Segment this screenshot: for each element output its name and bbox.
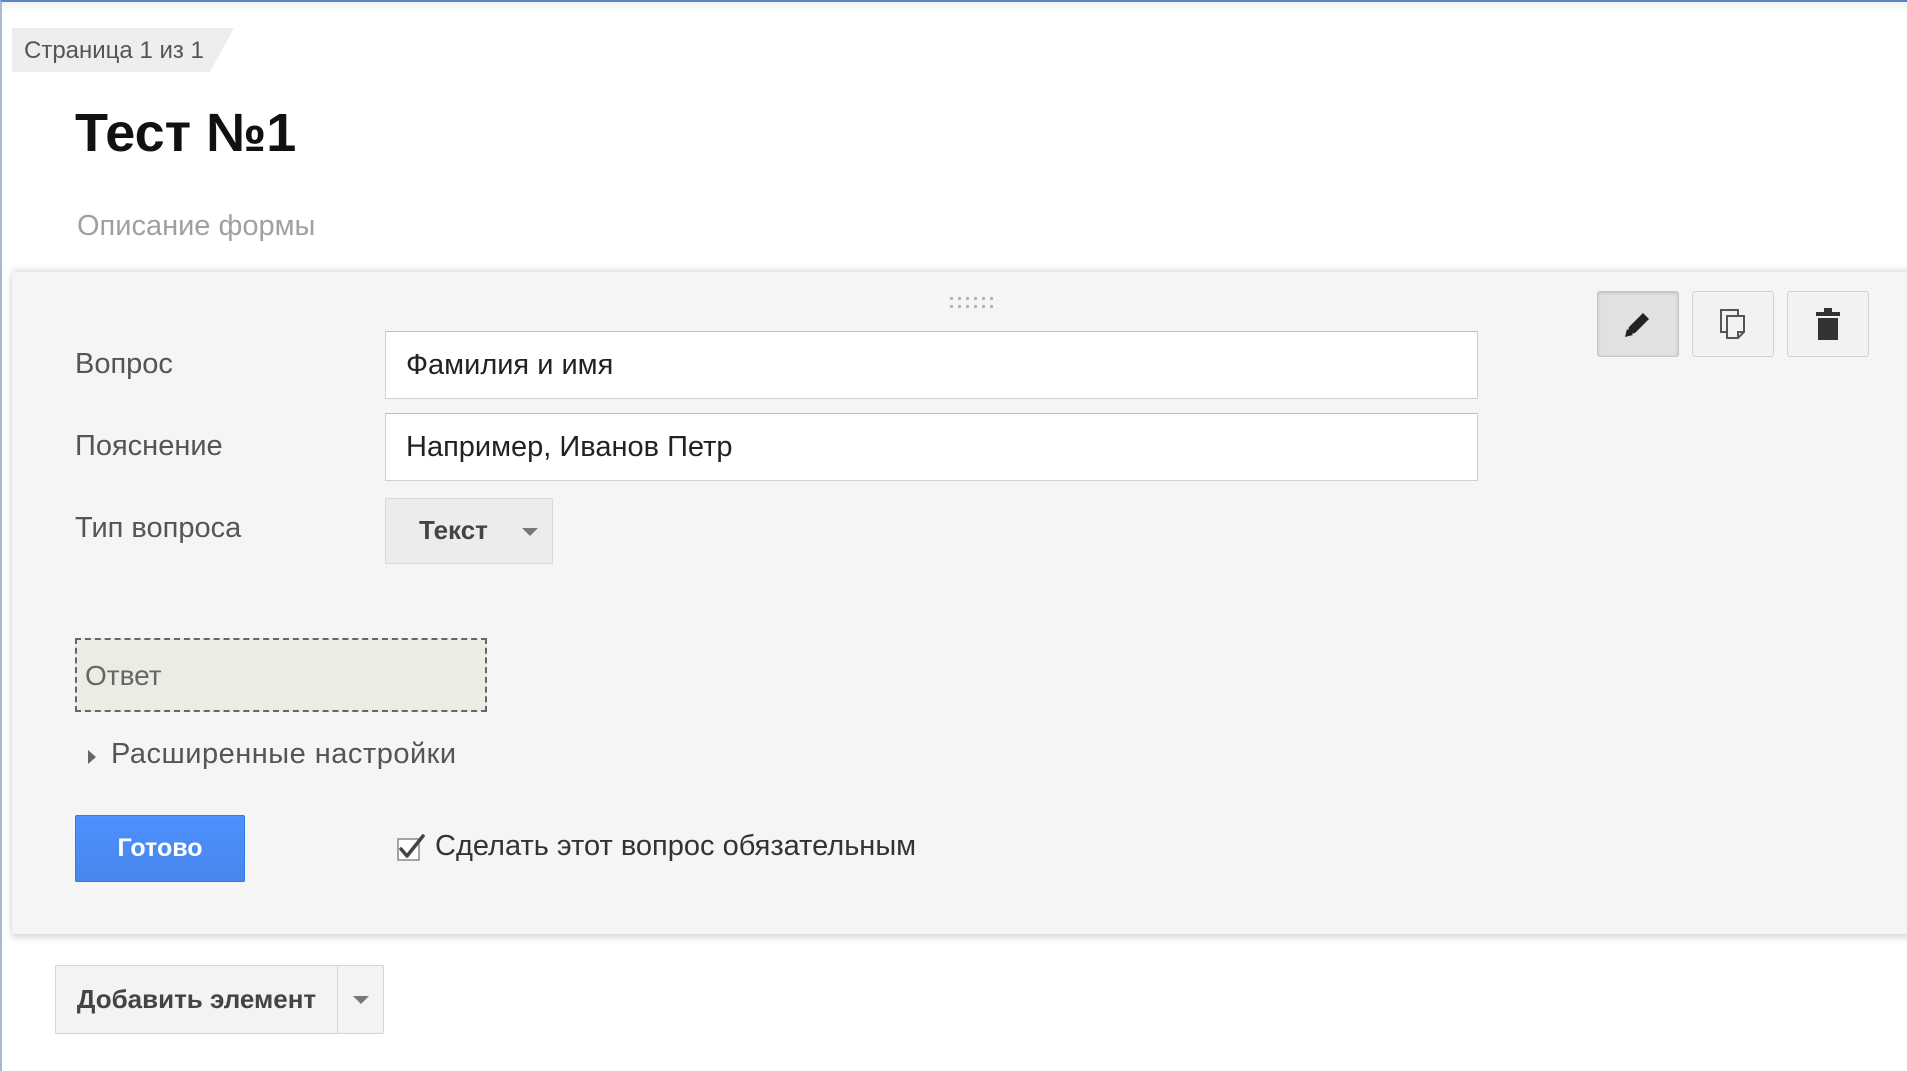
page-tab[interactable]: Страница 1 из 1 (12, 28, 262, 72)
edit-button[interactable] (1597, 291, 1679, 357)
question-title-input[interactable] (385, 331, 1478, 399)
duplicate-button[interactable] (1692, 291, 1774, 357)
advanced-settings-label: Расширенные настройки (111, 738, 457, 770)
add-item-group: Добавить элемент (55, 965, 384, 1034)
form-editor-window: Страница 1 из 1 Тест №1 Описание формы В… (0, 0, 1907, 1071)
help-text-label: Пояснение (75, 430, 223, 462)
frame-top-shadow (2, 2, 1907, 12)
answer-preview-field: Ответ (75, 638, 487, 712)
question-type-label: Тип вопроса (75, 512, 242, 544)
done-button[interactable]: Готово (75, 815, 245, 882)
add-item-dropdown-button[interactable] (338, 966, 383, 1033)
required-checkbox[interactable] (397, 834, 425, 862)
delete-button[interactable] (1787, 291, 1869, 357)
chevron-down-icon (522, 528, 538, 536)
copy-icon (1720, 309, 1745, 339)
chevron-down-icon (353, 996, 369, 1004)
question-title-label: Вопрос (75, 348, 173, 380)
form-title[interactable]: Тест №1 (75, 102, 296, 164)
pencil-icon (1625, 313, 1649, 337)
question-type-select[interactable]: Текст (385, 498, 553, 564)
triangle-right-icon (88, 750, 96, 764)
required-label: Сделать этот вопрос обязательным (435, 830, 917, 862)
question-edit-card: Вопрос Пояснение Тип вопроса Текст Ответ… (12, 272, 1907, 934)
answer-preview-label: Ответ (85, 660, 162, 691)
help-text-input[interactable] (385, 413, 1478, 481)
drag-handle-icon[interactable] (948, 295, 996, 311)
question-type-value: Текст (419, 515, 488, 545)
form-description-placeholder[interactable]: Описание формы (77, 210, 315, 243)
page-tab-label: Страница 1 из 1 (24, 37, 204, 64)
add-item-button[interactable]: Добавить элемент (56, 966, 338, 1033)
trash-icon (1816, 308, 1840, 340)
